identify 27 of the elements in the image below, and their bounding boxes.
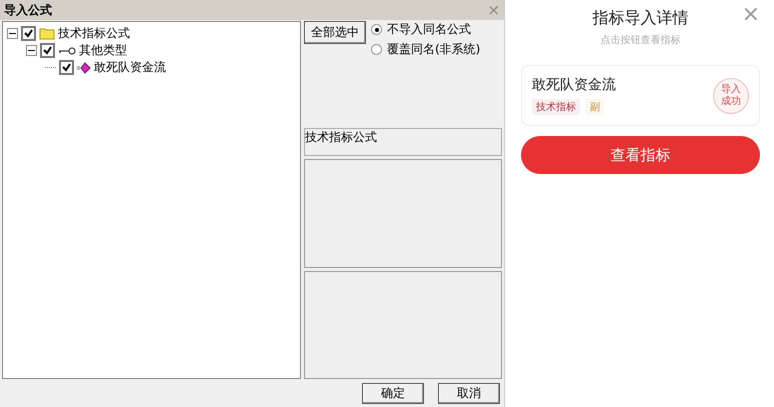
tree-item[interactable]: 其他类型	[79, 42, 127, 59]
select-all-button[interactable]: 全部选中	[304, 21, 366, 44]
expand-toggle[interactable]	[7, 28, 18, 39]
radio-label[interactable]: 覆盖同名(非系统)	[387, 41, 480, 58]
window-title: 导入公式	[4, 2, 52, 18]
ok-button[interactable]: 确定	[362, 382, 424, 404]
folder-icon	[39, 27, 55, 40]
radio-button[interactable]	[371, 44, 382, 55]
tree-item[interactable]: 技术指标公式	[58, 25, 130, 42]
tag: 技术指标	[532, 99, 580, 115]
success-stamp: 导入成功	[713, 78, 749, 114]
key-icon	[58, 46, 76, 54]
tag: 副	[586, 99, 604, 115]
radio-button[interactable]	[371, 24, 382, 35]
tree-item[interactable]: 敢死队资金流	[94, 59, 166, 76]
checkbox[interactable]	[59, 60, 74, 75]
view-indicator-button[interactable]: 查看指标	[521, 136, 760, 174]
radio-label[interactable]: 不导入同名公式	[387, 21, 471, 38]
checkbox[interactable]	[21, 26, 36, 41]
diamond-icon	[77, 62, 91, 74]
cancel-button[interactable]: 取消	[438, 382, 500, 404]
category-field[interactable]: 技术指标公式	[304, 128, 502, 156]
panel-title: 指标导入详情	[592, 8, 688, 29]
panel-subtitle: 点击按钮查看指标	[600, 34, 682, 47]
expand-toggle[interactable]	[26, 45, 37, 56]
indicator-name: 敢死队资金流	[532, 76, 616, 94]
checkbox[interactable]	[40, 43, 55, 58]
